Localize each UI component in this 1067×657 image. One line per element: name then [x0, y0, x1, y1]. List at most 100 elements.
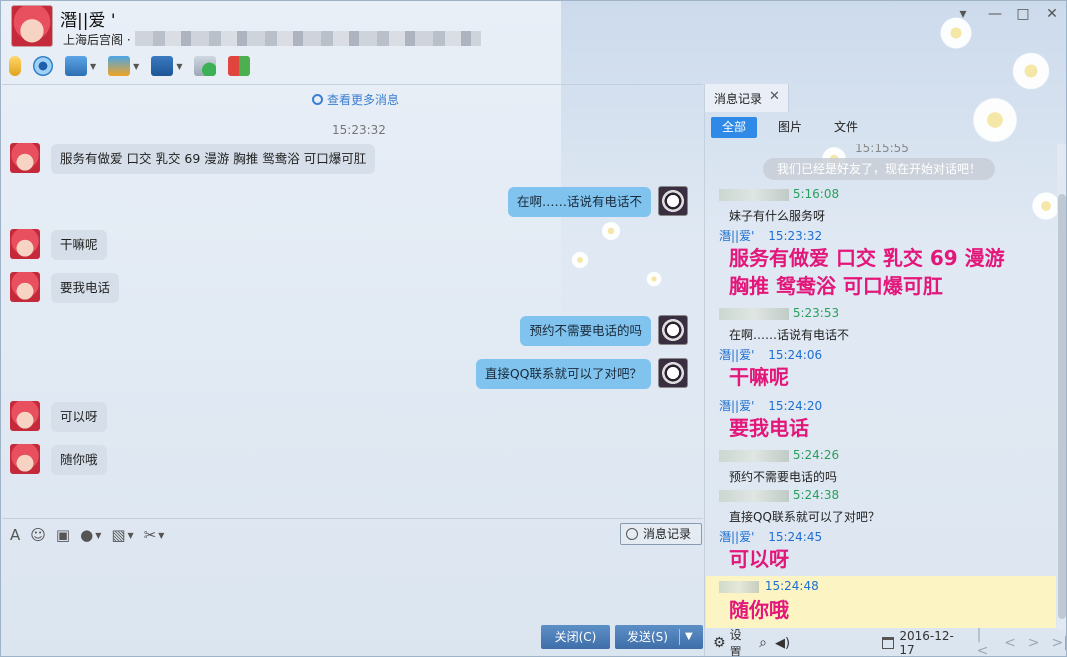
message-history-panel: 消息记录 ✕ 全部 图片 文件 15:15:55 我们已经是好友了，现在开始对话… [704, 84, 1066, 656]
blurred-name [719, 307, 789, 320]
message-input-area[interactable]: A ☺ ▣ ● ▼ ▧ ▼ ✂ ▼ 消息记录 关闭(C) 发送(S) ▼ [2, 518, 703, 656]
tab-message-history[interactable]: 消息记录 ✕ [705, 84, 789, 112]
send-button[interactable]: 发送(S) ▼ [615, 625, 703, 649]
filter-all[interactable]: 全部 [711, 117, 758, 138]
avatar[interactable] [658, 186, 688, 216]
last-page-icon[interactable]: >| [1052, 635, 1066, 651]
add-chat-icon [194, 56, 217, 76]
chevron-down-icon[interactable]: ▼ [95, 531, 101, 540]
blurred-name [719, 449, 789, 462]
contact-location: 上海后宫阁 · [63, 33, 131, 47]
maximize-button[interactable]: □ [1014, 6, 1032, 22]
date-picker[interactable]: 2016-12-17 [882, 629, 965, 656]
close-button[interactable]: 关闭(C) [541, 625, 610, 649]
view-more-messages-link[interactable]: 查看更多消息 [312, 91, 399, 108]
avatar[interactable] [10, 272, 40, 302]
emoji-icon[interactable]: ☺ [30, 526, 46, 544]
history-list[interactable]: 15:15:55 我们已经是好友了，现在开始对话吧！ 5:16:08 妹子有什么… [705, 144, 1057, 630]
history-text: 胸推 鸳鸯浴 可口爆可肛 [729, 274, 943, 298]
history-top-time: 15:15:55 [855, 144, 909, 155]
send-label: 发送(S) [627, 630, 668, 644]
font-icon[interactable]: A [10, 526, 20, 544]
dropdown-icon[interactable]: ▾ [954, 6, 972, 22]
chat-message-area[interactable]: 查看更多消息 15:23:32 服务有做爱 口交 乳交 69 漫游 胸推 鸳鸯浴… [2, 84, 703, 518]
image-icon[interactable]: ▧ ▼ [111, 526, 133, 544]
history-sender: 潛||爱' [719, 399, 755, 413]
history-time: 15:23:32 [768, 229, 823, 243]
history-text: 在啊……话说有电话不 [729, 328, 850, 342]
contact-name[interactable]: 潛||爱 ' [60, 6, 116, 31]
friend-notice: 我们已经是好友了，现在开始对话吧！ [763, 158, 995, 180]
blurred-signature [135, 31, 481, 46]
history-entry-header: 潛||爱' 15:23:32 [719, 227, 822, 244]
chevron-down-icon[interactable]: ▼ [90, 62, 96, 71]
voice-message-icon[interactable]: ● ▼ [80, 526, 101, 544]
history-sender: 潛||爱' [719, 229, 755, 243]
apps-button[interactable] [228, 54, 251, 78]
next-page-icon[interactable]: > [1028, 635, 1040, 651]
prev-page-icon[interactable]: < [1004, 635, 1016, 651]
avatar[interactable] [10, 143, 40, 173]
history-time: 15:24:06 [768, 348, 823, 362]
history-entry-header: 潛||爱' 15:24:06 [719, 346, 822, 363]
speaker-icon[interactable]: ◀) [775, 636, 790, 651]
message-bubble: 可以呀 [51, 402, 107, 432]
screenshot-icon[interactable]: ✂ ▼ [144, 526, 165, 544]
history-text: 可以呀 [729, 547, 789, 571]
send-file-button[interactable]: ▼ [108, 54, 139, 78]
history-filters: 全部 图片 文件 [711, 117, 879, 138]
blurred-name [719, 188, 789, 201]
view-more-messages-label: 查看更多消息 [327, 93, 400, 107]
screen-share-icon [151, 56, 174, 76]
history-text: 妹子有什么服务呀 [729, 209, 826, 223]
search-icon[interactable]: ⌕ [759, 635, 767, 651]
history-entry-header: 潛||爱' 15:24:45 [719, 528, 822, 545]
avatar[interactable] [10, 401, 40, 431]
remote-desktop-button[interactable]: ▼ [65, 54, 96, 78]
chevron-down-icon[interactable]: ▼ [128, 531, 134, 540]
history-text: 随你哦 [729, 598, 789, 622]
filter-files[interactable]: 文件 [823, 117, 869, 138]
history-sender: 潛||爱' [719, 530, 755, 544]
input-toolbar: A ☺ ▣ ● ▼ ▧ ▼ ✂ ▼ [10, 525, 174, 545]
history-footer: ⚙ 设置 ⌕ ◀) 2016-12-17 |< < > >| [705, 627, 1066, 656]
message-bubble: 随你哦 [51, 445, 107, 475]
history-time: 5:23:53 [792, 306, 840, 320]
message-history-button[interactable]: 消息记录 [620, 523, 702, 545]
avatar[interactable] [10, 444, 40, 474]
scrollbar-thumb[interactable] [1058, 194, 1066, 619]
history-time: 15:24:20 [768, 399, 823, 413]
minimize-button[interactable]: — [986, 6, 1004, 22]
close-window-button[interactable]: ✕ [1043, 6, 1061, 22]
chevron-down-icon[interactable]: ▼ [133, 62, 139, 71]
camera-icon [33, 56, 53, 76]
video-call-button[interactable] [33, 54, 53, 78]
message-history-label: 消息记录 [643, 527, 692, 541]
history-time: 15:24:45 [768, 530, 823, 544]
screen-share-button[interactable]: ▼ [151, 54, 182, 78]
chevron-down-icon[interactable]: ▼ [176, 62, 182, 71]
gif-icon[interactable]: ▣ [56, 526, 70, 544]
message-bubble: 在啊……话说有电话不 [507, 187, 651, 217]
avatar[interactable] [10, 229, 40, 259]
voice-call-button[interactable] [9, 54, 21, 78]
avatar[interactable] [658, 315, 688, 345]
clock-icon [312, 94, 323, 105]
settings-button[interactable]: ⚙ 设置 [713, 626, 751, 656]
clock-icon [626, 528, 638, 540]
qq-chat-window: 潛||爱 ' 上海后宫阁 · ▾ — □ ✕ ▼ ▼ ▼ 查看更多消息 15:2… [0, 0, 1067, 657]
history-entry-header: 5:16:08 [719, 187, 839, 201]
filter-images[interactable]: 图片 [767, 117, 813, 138]
first-page-icon[interactable]: |< [977, 627, 992, 656]
avatar[interactable] [658, 358, 688, 388]
chevron-down-icon[interactable]: ▼ [158, 531, 164, 540]
history-text: 直接QQ联系就可以了对吧？ [729, 510, 880, 524]
contact-avatar[interactable] [11, 5, 53, 47]
close-icon[interactable]: ✕ [769, 89, 780, 104]
blurred-name [719, 489, 789, 502]
chevron-down-icon[interactable]: ▼ [685, 625, 693, 649]
group-chat-button[interactable] [194, 54, 217, 78]
history-text: 预约不需要电话的吗 [729, 470, 838, 484]
history-scrollbar[interactable] [1057, 144, 1066, 630]
history-time: 5:16:08 [792, 187, 840, 201]
